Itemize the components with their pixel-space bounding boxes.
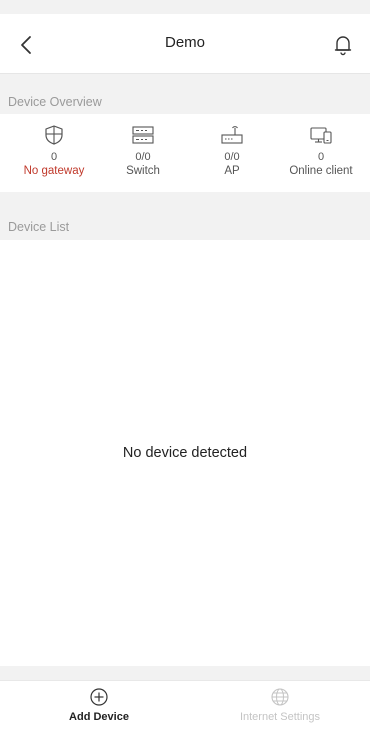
tab-add-device-label: Add Device xyxy=(69,711,129,723)
tab-internet-settings-label: Internet Settings xyxy=(239,711,321,723)
bottom-tab-bar: Add Device Internet Settings xyxy=(0,680,370,731)
device-list-panel: No device detected xyxy=(0,240,370,666)
access-point-icon xyxy=(221,126,243,144)
empty-state-message: No device detected xyxy=(122,445,248,461)
tab-internet-settings[interactable]: Internet Settings xyxy=(215,687,345,723)
device-overview-heading: Device Overview xyxy=(8,95,102,109)
client-devices-icon xyxy=(310,127,332,144)
overview-gateway[interactable]: 0 No gateway xyxy=(14,124,94,178)
switch-icon xyxy=(132,126,154,144)
online-client-label: Online client xyxy=(289,165,353,177)
overview-ap[interactable]: 0/0 AP xyxy=(192,124,272,178)
app-screen: Demo Device Overview 0 No gateway 0/0 Sw… xyxy=(0,0,370,731)
bell-icon xyxy=(334,36,352,56)
switch-label: Switch xyxy=(126,165,160,177)
gateway-status-label: No gateway xyxy=(23,165,85,177)
device-list-heading: Device List xyxy=(8,220,70,234)
notifications-button[interactable] xyxy=(330,32,356,58)
top-bar: Demo xyxy=(0,14,370,74)
gateway-shield-icon xyxy=(45,125,63,145)
gateway-count: 0 xyxy=(50,151,58,163)
globe-icon xyxy=(271,688,289,706)
ap-count: 0/0 xyxy=(224,151,240,163)
ap-label: AP xyxy=(224,165,240,177)
online-client-count: 0 xyxy=(317,151,325,163)
plus-circle-icon xyxy=(90,688,108,706)
device-overview-panel: 0 No gateway 0/0 Switch 0/0 AP 0 Online … xyxy=(0,114,370,192)
tab-add-device[interactable]: Add Device xyxy=(34,687,164,723)
switch-count: 0/0 xyxy=(135,151,151,163)
overview-switch[interactable]: 0/0 Switch xyxy=(103,124,183,178)
overview-online-client[interactable]: 0 Online client xyxy=(281,124,361,178)
page-title: Demo xyxy=(164,34,205,51)
